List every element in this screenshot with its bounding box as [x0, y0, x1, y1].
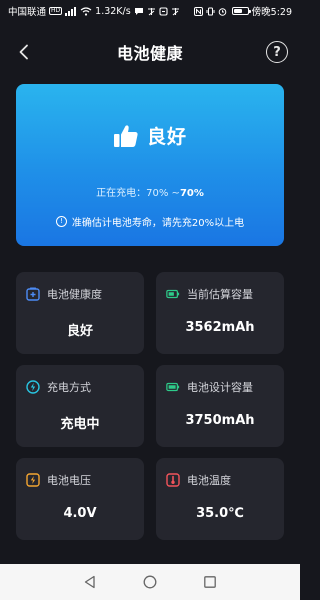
design-capacity-card: 电池设计容量 3750mAh [156, 365, 284, 447]
battery-health-screen: 中国联通 HD 1.32K/s 傍晚5:29 电池健康 ? 良好 正在充电：70… [0, 0, 300, 600]
charging-progress-target: 70% [179, 188, 204, 199]
charging-tip: ! 准确估计电池寿命，请先充20%以上电 [16, 214, 284, 229]
metric-header: 电池温度 [166, 472, 231, 488]
status-left: 中国联通 HD 1.32K/s [8, 4, 180, 18]
clock: 傍晚5:29 [251, 7, 292, 18]
app-notification-icon [171, 7, 180, 16]
metric-header: 电池健康度 [26, 286, 102, 302]
top-navigation: 电池健康 ? [0, 34, 300, 70]
square-recents-icon [204, 576, 216, 588]
metric-label: 电池电压 [47, 474, 91, 487]
app-notification-icon [147, 7, 156, 16]
battery-icon [231, 7, 251, 15]
charging-bolt-icon [26, 380, 40, 394]
metric-header: 电池设计容量 [166, 379, 253, 395]
help-button[interactable]: ? [266, 41, 288, 63]
metric-label: 充电方式 [47, 381, 91, 394]
thermometer-icon [166, 473, 180, 487]
charging-progress-text: 正在充电：70% ~70% [16, 184, 284, 199]
health-status-text: 良好 [146, 126, 187, 148]
metric-value: 充电中 [60, 417, 100, 432]
triangle-back-icon [84, 575, 95, 589]
charging-progress-current: 正在充电：70% [96, 188, 169, 199]
vibrate-icon [206, 7, 215, 16]
battery-capacity-icon [166, 287, 180, 301]
metric-header: 当前估算容量 [166, 286, 253, 302]
message-icon [134, 7, 144, 16]
charge-mode-card: 充电方式 充电中 [16, 365, 144, 447]
info-icon: ! [55, 216, 67, 227]
nav-home-button[interactable] [141, 573, 159, 591]
metric-value: 4.0V [63, 506, 97, 521]
metric-label: 电池设计容量 [187, 381, 253, 394]
alarm-icon [218, 7, 227, 16]
network-speed: 1.32K/s [95, 5, 131, 17]
circle-home-icon [143, 575, 157, 589]
nfc-icon [193, 6, 203, 16]
battery-design-icon [166, 380, 180, 394]
metric-value: 3562mAh [185, 320, 255, 335]
metric-value: 35.0℃ [196, 506, 244, 521]
question-mark-icon: ? [273, 44, 281, 60]
hd-icon: HD [49, 7, 63, 15]
cellular-signal-icon [65, 6, 77, 16]
status-bar: 中国联通 HD 1.32K/s 傍晚5:29 [0, 0, 300, 22]
battery-health-card: 电池健康度 良好 [16, 272, 144, 354]
system-navigation-bar [0, 564, 300, 600]
carrier-label: 中国联通 [8, 7, 47, 18]
chevron-left-icon [19, 44, 28, 60]
health-summary-card: 良好 正在充电：70% ~70% ! 准确估计电池寿命，请先充20%以上电 [16, 84, 284, 246]
battery-health-icon [26, 287, 40, 301]
metric-label: 电池健康度 [47, 288, 102, 301]
voltage-icon [26, 473, 40, 487]
back-button[interactable] [14, 42, 34, 62]
metric-label: 当前估算容量 [187, 288, 253, 301]
nav-recents-button[interactable] [201, 573, 219, 591]
health-status-row: 良好 [16, 122, 284, 149]
nav-back-button[interactable] [81, 573, 99, 591]
page-title: 电池健康 [116, 44, 183, 63]
thumbs-up-icon [113, 124, 138, 147]
wifi-icon [80, 6, 92, 16]
voltage-card: 电池电压 4.0V [16, 458, 144, 540]
app-notification-icon [159, 6, 168, 16]
temperature-card: 电池温度 35.0℃ [156, 458, 284, 540]
battery-level-fill [233, 9, 243, 13]
metric-header: 电池电压 [26, 472, 91, 488]
metric-value: 3750mAh [185, 413, 255, 428]
charging-progress-separator: ~ [171, 188, 180, 199]
metric-value: 良好 [66, 324, 93, 339]
metric-label: 电池温度 [187, 474, 231, 487]
charging-tip-text: 准确估计电池寿命，请先充20%以上电 [71, 218, 245, 229]
status-right: 傍晚5:29 [193, 4, 292, 18]
metric-header: 充电方式 [26, 379, 91, 395]
estimated-capacity-card: 当前估算容量 3562mAh [156, 272, 284, 354]
